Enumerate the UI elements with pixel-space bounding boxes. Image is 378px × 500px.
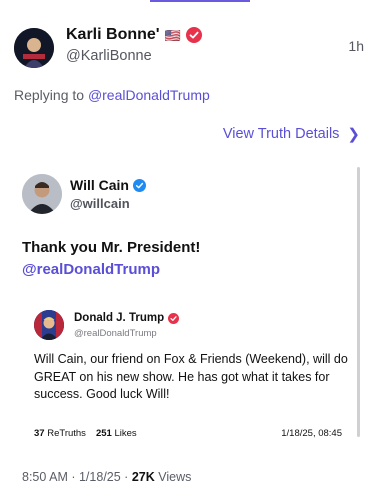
nested-author-handle[interactable]: @realDonaldTrump [74, 328, 157, 339]
retruths-count: 37 [34, 428, 45, 439]
author-handle[interactable]: @KarliBonne [66, 48, 152, 64]
quote-author-avatar[interactable] [22, 174, 62, 214]
quote-author-name[interactable]: Will Cain [70, 177, 129, 193]
view-truth-details-link[interactable]: View Truth Details ❯ [223, 125, 360, 143]
likes-count: 251 [95, 428, 112, 439]
post-timestamp: 1h [348, 38, 364, 54]
quote-text-line: Thank you Mr. President! [22, 239, 201, 256]
nested-author-name-row: Donald J. Trump [74, 312, 180, 324]
views-count: 27K [131, 470, 155, 484]
chevron-right-icon: ❯ [347, 126, 360, 143]
verified-badge-icon [133, 178, 146, 192]
verified-badge-icon [168, 312, 180, 324]
view-truth-details-label: View Truth Details [222, 126, 340, 142]
post-meta: 8:50 AM · 1/18/25 · 27K Views [22, 470, 191, 484]
nested-truth-stats: 37 ReTruths 251 Likes [34, 428, 137, 439]
replying-to: Replying to @realDonaldTrump [14, 87, 210, 103]
author-name[interactable]: Karli Bonne' [66, 26, 160, 44]
quote-author-name-row: Will Cain [70, 177, 146, 193]
retruths-stat[interactable]: 37 ReTruths [34, 428, 86, 439]
quote-mention-link[interactable]: @realDonaldTrump [22, 259, 352, 281]
separator: · [67, 470, 79, 484]
nested-author-avatar[interactable] [34, 310, 64, 340]
author-name-row: Karli Bonne' 🇺🇸 [66, 26, 202, 44]
likes-stat[interactable]: 251 Likes [96, 428, 137, 439]
replying-to-label: Replying to [14, 87, 88, 103]
post-date: 1/18/25 [78, 470, 121, 484]
quote-text: Thank you Mr. President! @realDonaldTrum… [22, 237, 352, 281]
likes-label: Likes [114, 428, 137, 439]
top-bar [0, 0, 378, 6]
us-flag-icon: 🇺🇸 [164, 27, 181, 43]
nested-truth-date: 1/18/25, 08:45 [281, 428, 342, 439]
nested-author-name[interactable]: Donald J. Trump [74, 312, 164, 324]
post-time: 8:50 AM [22, 470, 68, 484]
author-avatar[interactable] [14, 28, 54, 68]
scrollbar[interactable] [357, 167, 360, 437]
tab-indicator [150, 0, 250, 2]
post-header: Karli Bonne' 🇺🇸 @KarliBonne 1h [14, 26, 364, 70]
retruths-label: ReTruths [47, 428, 86, 439]
replying-to-mention[interactable]: @realDonaldTrump [88, 87, 210, 103]
nested-truth-text: Will Cain, our friend on Fox & Friends (… [34, 352, 348, 401]
quote-author-handle[interactable]: @willcain [70, 196, 130, 211]
views-label: Views [154, 470, 192, 484]
separator: · [120, 470, 132, 484]
verified-badge-icon [185, 27, 202, 43]
